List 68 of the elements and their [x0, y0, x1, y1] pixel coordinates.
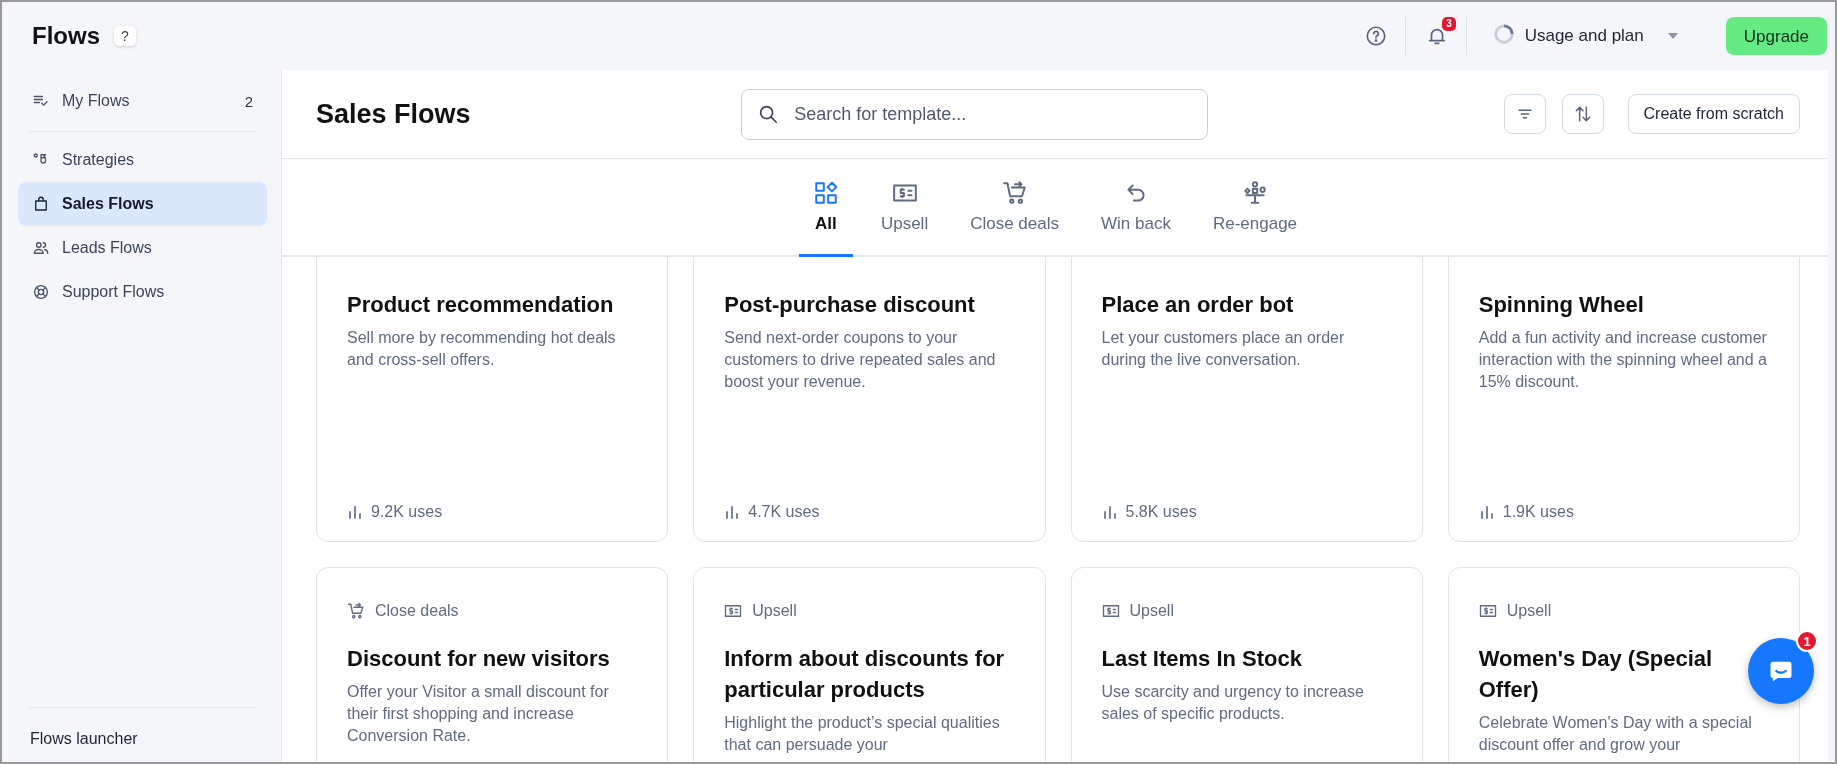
notification-badge: 3	[1442, 17, 1456, 31]
help-icon	[1364, 25, 1387, 47]
bar-chart-icon	[1478, 504, 1495, 520]
create-button[interactable]: Create from scratch	[1627, 94, 1800, 134]
page-title: Sales Flows	[316, 98, 472, 130]
sidebar-item[interactable]: Strategies	[18, 138, 267, 182]
card-title: Spinning Wheel	[1478, 291, 1645, 319]
category-label: Upsell	[752, 602, 797, 620]
cart-arrow-icon	[1001, 180, 1028, 206]
people-icon	[32, 239, 50, 257]
sidebar-item[interactable]: Sales Flows	[18, 182, 267, 226]
card-title: Last Items In Stock	[1101, 645, 1303, 673]
template-card[interactable]: Spinning Wheel Add a fun activity and increase customer interaction with the spinning wheel and a 15% discount. 1.9K uses	[1447, 257, 1800, 542]
card-title: Post-purchase discount	[724, 291, 976, 319]
usage-count: 5.8K uses	[1125, 503, 1197, 521]
sidebar-item[interactable]: Leads Flows	[18, 226, 267, 270]
cart-arrow-icon	[347, 602, 365, 620]
card-description: Send next-order coupons to your customers to drive repeated sales and boost your revenue.	[724, 327, 997, 392]
caret-icon	[1667, 33, 1678, 39]
sort-button[interactable]	[1561, 94, 1604, 134]
usage-plan-button[interactable]: Usage and plan	[1466, 22, 1696, 50]
card-title: Discount for new visitors	[347, 645, 611, 673]
card-title: Inform about discounts for particular products	[724, 645, 1006, 704]
card-description: Use scarcity and urgency to increase sales of specific products.	[1101, 681, 1365, 724]
usage-count: 4.7K uses	[748, 503, 820, 521]
banknote-icon	[1478, 602, 1497, 620]
upgrade-button[interactable]: Upgrade	[1725, 17, 1827, 55]
bar-chart-icon	[347, 504, 363, 520]
card-description: Let your customers place an order during the live conversation.	[1101, 327, 1346, 370]
card-description: Offer your Visitor a small discount for their first shopping and increase Conversion Rate.	[347, 681, 610, 746]
help-badge[interactable]: ?	[114, 26, 136, 46]
template-card[interactable]: Product recommendation Sell more by recommending hot deals and cross-sell offers. 9.2K uses	[316, 257, 669, 542]
template-card[interactable]: Upsell Last Items In Stock Use scarcity and urgency to increase sales of specific products.	[1070, 567, 1423, 762]
category-tab[interactable]: Win back	[1087, 159, 1185, 257]
banknote-icon	[724, 602, 743, 620]
bar-chart-icon	[1101, 504, 1118, 520]
template-card[interactable]: Post-purchase discount Send next-order coupons to your customers to drive repeated sales and boost your revenue. 4.7K uses	[693, 257, 1046, 542]
template-card[interactable]: Upsell Inform about discounts for particular products Highlight the product’s special qualities that can persuade your	[693, 567, 1046, 762]
usage-count: 9.2K uses	[371, 503, 443, 521]
shopping-bag-icon	[32, 195, 50, 213]
card-description: Add a fun activity and increase customer interaction with the spinning wheel and a 15% discount.	[1478, 327, 1768, 392]
category-tab[interactable]: Upsell	[866, 159, 943, 257]
item-count: 2	[244, 92, 253, 110]
card-title: Women's Day (Special Offer)	[1478, 645, 1714, 704]
card-title: Place an order bot	[1101, 291, 1295, 319]
category-tab[interactable]: All	[798, 159, 853, 257]
sidebar-item[interactable]: Support Flows	[18, 270, 267, 314]
category-label: Upsell	[1506, 602, 1552, 620]
app-title: Flows	[32, 22, 100, 50]
template-card[interactable]: Close deals Discount for new visitors Offer your Visitor a small discount for their first shopping and increase Conversion Rate.	[316, 567, 669, 762]
search-field[interactable]: Search for template...	[741, 88, 1209, 140]
flows-launcher-link[interactable]: Flows launcher	[30, 730, 138, 747]
usage-count: 1.9K uses	[1502, 503, 1574, 521]
category-label: Close deals	[375, 602, 459, 620]
card-description: Celebrate Women's Day with a special discount offer and grow your	[1478, 712, 1753, 755]
hand-tokens-icon	[1242, 180, 1268, 206]
category-tab[interactable]: Close deals	[956, 159, 1073, 257]
category-tab[interactable]: Re-engage	[1198, 159, 1312, 257]
shapes-grid-icon	[812, 180, 839, 206]
sidebar-item[interactable]: My Flows 2	[18, 79, 267, 123]
category-label: Upsell	[1129, 602, 1174, 620]
card-description: Sell more by recommending hot deals and cross-sell offers.	[347, 327, 617, 370]
card-description: Highlight the product’s special qualities that can persuade your	[724, 712, 1001, 755]
lifebuoy-icon	[32, 283, 50, 301]
template-card[interactable]: Place an order bot Let your customers place an order during the live conversation. 5.8K uses	[1070, 257, 1423, 542]
card-title: Product recommendation	[347, 291, 615, 319]
bar-chart-icon	[724, 504, 741, 520]
banknote-icon	[1101, 602, 1120, 620]
